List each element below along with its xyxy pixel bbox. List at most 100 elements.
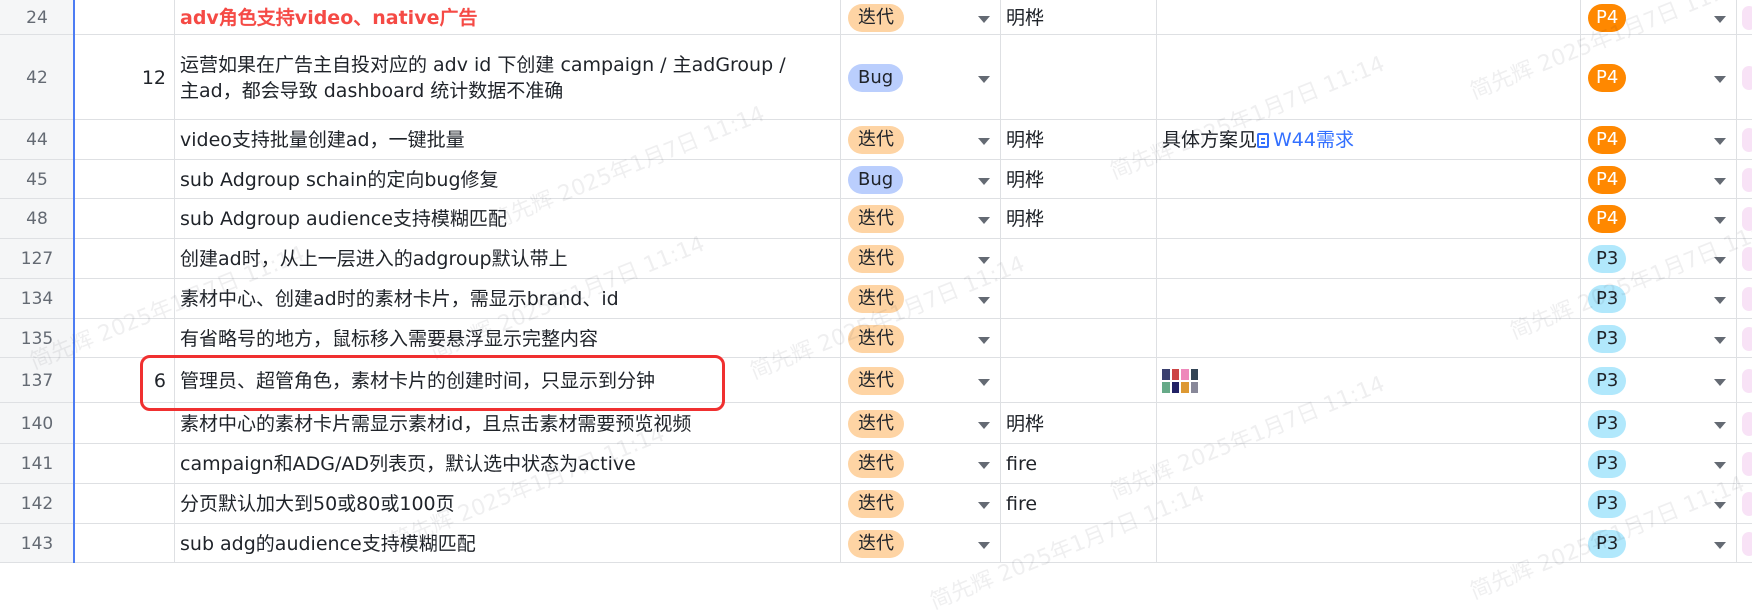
order-cell[interactable] bbox=[74, 120, 174, 160]
priority-cell[interactable]: P3 bbox=[1580, 279, 1736, 319]
owner-cell[interactable] bbox=[1000, 319, 1156, 358]
type-cell[interactable]: 迭代 bbox=[840, 403, 1000, 444]
chevron-down-icon[interactable] bbox=[1714, 177, 1726, 185]
chevron-down-icon[interactable] bbox=[1714, 257, 1726, 264]
chevron-down-icon[interactable] bbox=[978, 421, 990, 429]
frozen-column-divider[interactable] bbox=[73, 0, 75, 563]
owner-cell[interactable]: 明桦 bbox=[1000, 120, 1156, 160]
chevron-down-icon[interactable] bbox=[1714, 217, 1726, 224]
owner-cell[interactable]: 明桦 bbox=[1000, 199, 1156, 239]
note-cell[interactable] bbox=[1156, 0, 1580, 35]
image-thumbnail[interactable] bbox=[1162, 368, 1198, 393]
priority-cell[interactable]: P3 bbox=[1580, 484, 1736, 524]
order-cell[interactable]: 6 bbox=[74, 358, 174, 403]
title-cell[interactable]: campaign和ADG/AD列表页，默认选中状态为active bbox=[174, 444, 840, 484]
chevron-down-icon[interactable] bbox=[978, 75, 990, 83]
note-cell[interactable] bbox=[1156, 444, 1580, 484]
priority-cell[interactable]: P3 bbox=[1580, 444, 1736, 484]
note-cell[interactable] bbox=[1156, 403, 1580, 444]
priority-cell[interactable]: P4 bbox=[1580, 160, 1736, 199]
order-cell[interactable] bbox=[74, 444, 174, 484]
owner-cell[interactable]: 明桦 bbox=[1000, 0, 1156, 35]
title-cell[interactable]: sub Adgroup audience支持模糊匹配 bbox=[174, 199, 840, 239]
note-cell[interactable] bbox=[1156, 199, 1580, 239]
order-cell[interactable] bbox=[74, 0, 174, 35]
chevron-down-icon[interactable] bbox=[978, 502, 990, 509]
owner-cell[interactable] bbox=[1000, 239, 1156, 279]
doc-link[interactable]: W44需求 bbox=[1257, 127, 1354, 153]
chevron-down-icon[interactable] bbox=[1714, 378, 1726, 386]
order-cell[interactable] bbox=[74, 484, 174, 524]
table-row[interactable]: 143 sub adg的audience支持模糊匹配 迭代 P3 bbox=[0, 524, 1752, 563]
note-cell[interactable] bbox=[1156, 484, 1580, 524]
note-cell[interactable] bbox=[1156, 524, 1580, 563]
type-cell[interactable]: 迭代 bbox=[840, 524, 1000, 563]
type-cell[interactable]: 迭代 bbox=[840, 319, 1000, 358]
priority-cell[interactable]: P4 bbox=[1580, 120, 1736, 160]
chevron-down-icon[interactable] bbox=[978, 15, 990, 23]
table-row[interactable]: 135 有省略号的地方，鼠标移入需要悬浮显示完整内容 迭代 P3 bbox=[0, 319, 1752, 358]
chevron-down-icon[interactable] bbox=[1714, 297, 1726, 304]
order-cell[interactable] bbox=[74, 199, 174, 239]
order-cell[interactable] bbox=[74, 524, 174, 563]
owner-cell[interactable] bbox=[1000, 35, 1156, 120]
priority-cell[interactable]: P3 bbox=[1580, 524, 1736, 563]
table-row[interactable]: 127 创建ad时，从上一层进入的adgroup默认带上 迭代 P3 bbox=[0, 239, 1752, 279]
order-cell[interactable] bbox=[74, 279, 174, 319]
chevron-down-icon[interactable] bbox=[1714, 75, 1726, 83]
order-cell[interactable]: 12 bbox=[74, 35, 174, 120]
table-row[interactable]: 45 sub Adgroup schain的定向bug修复 Bug 明桦 P4 bbox=[0, 160, 1752, 199]
order-cell[interactable] bbox=[74, 403, 174, 444]
title-cell[interactable]: 管理员、超管角色，素材卡片的创建时间，只显示到分钟 bbox=[174, 358, 840, 403]
owner-cell[interactable]: fire bbox=[1000, 444, 1156, 484]
note-cell[interactable] bbox=[1156, 160, 1580, 199]
type-cell[interactable]: 迭代 bbox=[840, 484, 1000, 524]
title-cell[interactable]: sub Adgroup schain的定向bug修复 bbox=[174, 160, 840, 199]
note-cell[interactable] bbox=[1156, 35, 1580, 120]
type-cell[interactable]: 迭代 bbox=[840, 239, 1000, 279]
table-row[interactable]: 42 12 运营如果在广告主自投对应的 adv id 下创建 campaign / … bbox=[0, 35, 1752, 120]
owner-cell[interactable] bbox=[1000, 358, 1156, 403]
type-cell[interactable]: 迭代 bbox=[840, 0, 1000, 35]
priority-cell[interactable]: P3 bbox=[1580, 358, 1736, 403]
priority-cell[interactable]: P4 bbox=[1580, 199, 1736, 239]
priority-cell[interactable]: P3 bbox=[1580, 239, 1736, 279]
chevron-down-icon[interactable] bbox=[1714, 138, 1726, 145]
priority-cell[interactable]: P3 bbox=[1580, 403, 1736, 444]
title-cell[interactable]: sub adg的audience支持模糊匹配 bbox=[174, 524, 840, 563]
priority-cell[interactable]: P3 bbox=[1580, 319, 1736, 358]
order-cell[interactable] bbox=[74, 319, 174, 358]
chevron-down-icon[interactable] bbox=[1714, 502, 1726, 509]
title-cell[interactable]: 分页默认加大到50或80或100页 bbox=[174, 484, 840, 524]
table-row[interactable]: 141 campaign和ADG/AD列表页，默认选中状态为active 迭代 fir… bbox=[0, 444, 1752, 484]
order-cell[interactable] bbox=[74, 160, 174, 199]
chevron-down-icon[interactable] bbox=[978, 217, 990, 224]
chevron-down-icon[interactable] bbox=[978, 541, 990, 549]
type-cell[interactable]: 迭代 bbox=[840, 279, 1000, 319]
note-cell[interactable] bbox=[1156, 239, 1580, 279]
type-cell[interactable]: 迭代 bbox=[840, 199, 1000, 239]
chevron-down-icon[interactable] bbox=[978, 378, 990, 386]
note-cell[interactable]: 具体方案见 W44需求 bbox=[1156, 120, 1580, 160]
chevron-down-icon[interactable] bbox=[1714, 15, 1726, 23]
chevron-down-icon[interactable] bbox=[1714, 336, 1726, 344]
table-row[interactable]: 44 video支持批量创建ad，一键批量 迭代 明桦 具体方案见 W44需求 P4 bbox=[0, 120, 1752, 160]
title-cell[interactable]: 素材中心、创建ad时的素材卡片，需显示brand、id bbox=[174, 279, 840, 319]
type-cell[interactable]: 迭代 bbox=[840, 358, 1000, 403]
title-cell[interactable]: 有省略号的地方，鼠标移入需要悬浮显示完整内容 bbox=[174, 319, 840, 358]
chevron-down-icon[interactable] bbox=[1714, 462, 1726, 469]
chevron-down-icon[interactable] bbox=[978, 297, 990, 304]
type-cell[interactable]: 迭代 bbox=[840, 444, 1000, 484]
chevron-down-icon[interactable] bbox=[978, 462, 990, 469]
table-row[interactable]: 48 sub Adgroup audience支持模糊匹配 迭代 明桦 P4 bbox=[0, 199, 1752, 239]
type-cell[interactable]: 迭代 bbox=[840, 120, 1000, 160]
chevron-down-icon[interactable] bbox=[1714, 421, 1726, 429]
note-cell[interactable] bbox=[1156, 279, 1580, 319]
title-cell[interactable]: adv角色支持video、native广告 bbox=[174, 0, 840, 35]
title-cell[interactable]: video支持批量创建ad，一键批量 bbox=[174, 120, 840, 160]
owner-cell[interactable]: fire bbox=[1000, 484, 1156, 524]
note-cell[interactable] bbox=[1156, 319, 1580, 358]
type-cell[interactable]: Bug bbox=[840, 160, 1000, 199]
order-cell[interactable] bbox=[74, 239, 174, 279]
table-row[interactable]: 140 素材中心的素材卡片需显示素材id，且点击素材需要预览视频 迭代 明桦 P3 bbox=[0, 403, 1752, 444]
